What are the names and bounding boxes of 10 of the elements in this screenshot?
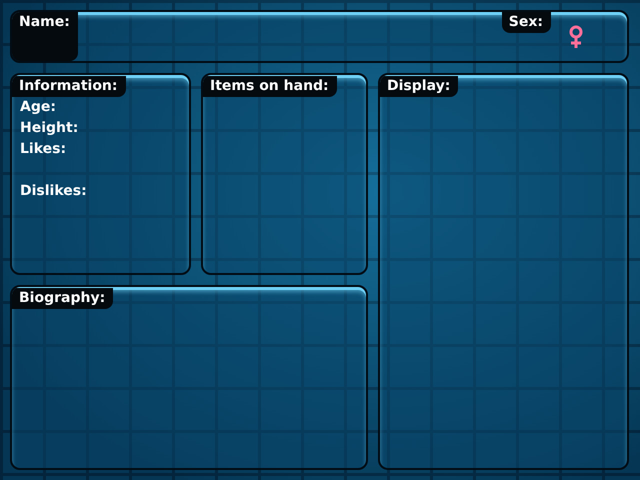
panel-title: Display: bbox=[380, 76, 458, 97]
panel-title: Items on hand: bbox=[203, 76, 337, 97]
panel-title: Biography: bbox=[12, 288, 114, 309]
field-label: Height: bbox=[20, 119, 80, 138]
field-label: Age: bbox=[20, 98, 57, 117]
field-label: Dislikes: bbox=[20, 182, 88, 201]
sex-label: Sex: bbox=[502, 12, 551, 33]
name-label: Name: bbox=[12, 12, 78, 61]
panel-title: Information: bbox=[12, 76, 126, 97]
field-label: Likes: bbox=[20, 140, 68, 159]
